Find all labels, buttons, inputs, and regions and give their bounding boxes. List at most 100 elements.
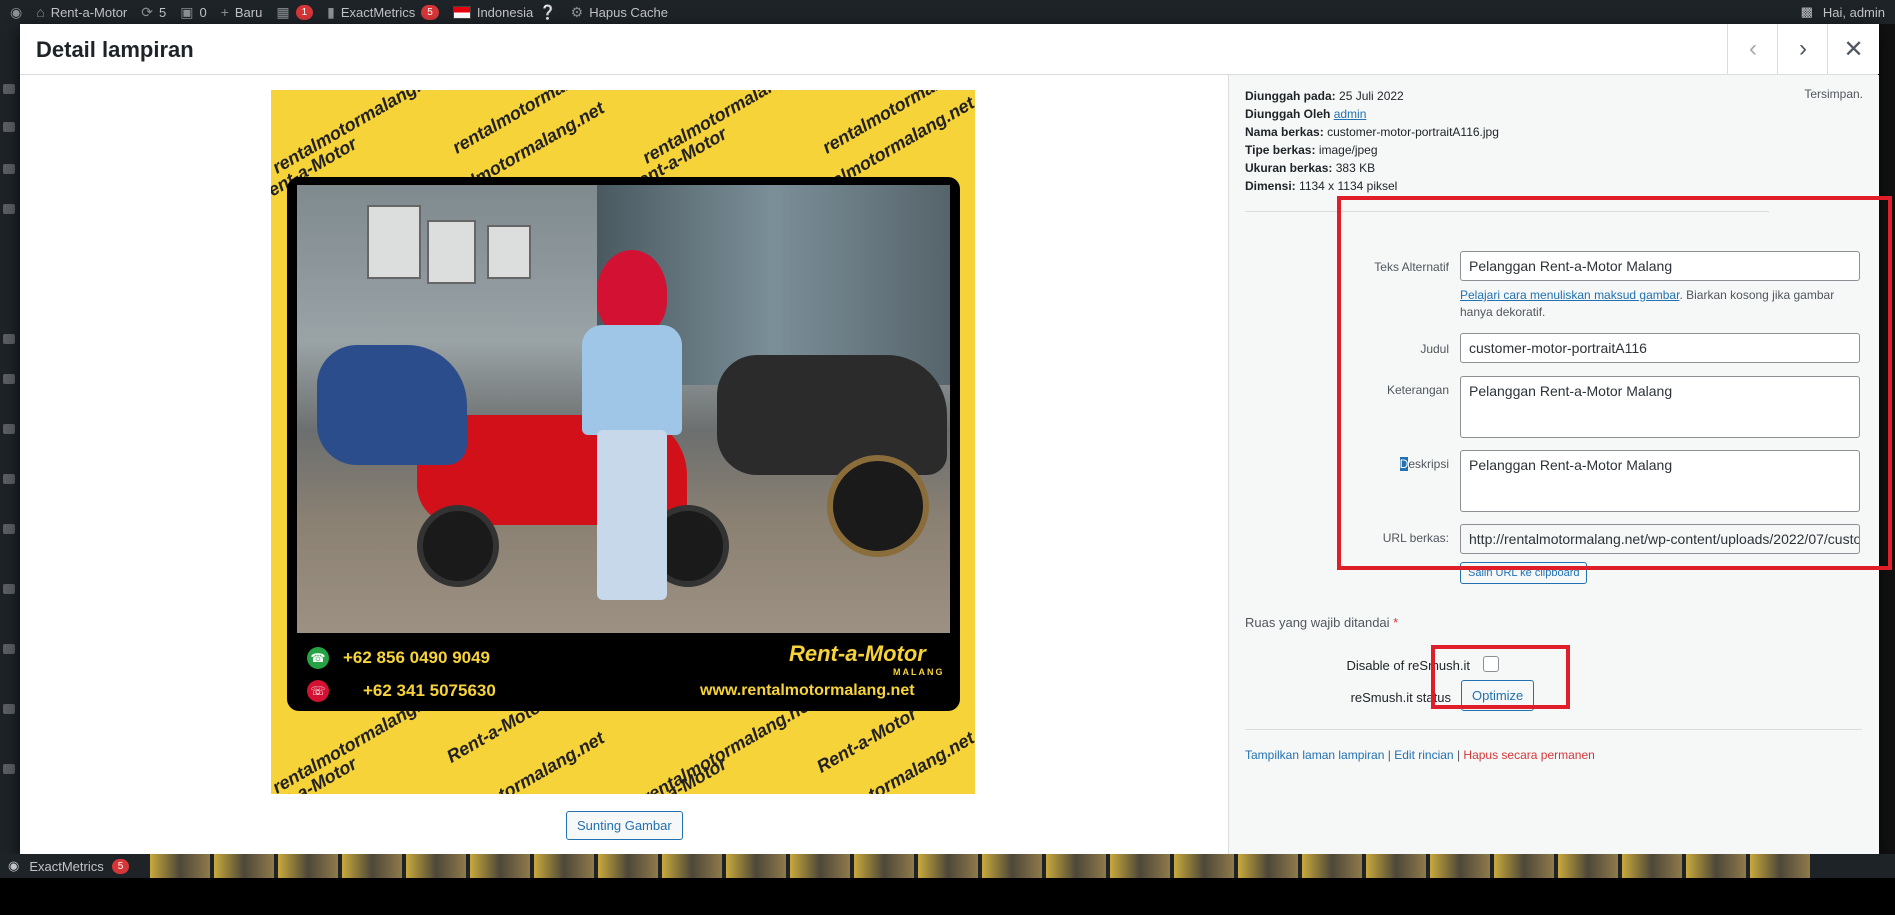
- media-thumbnail[interactable]: [406, 854, 466, 878]
- uploader-link[interactable]: admin: [1334, 107, 1367, 121]
- media-thumbnail[interactable]: [278, 854, 338, 878]
- new-content-item[interactable]: + Baru: [221, 4, 263, 20]
- telephone-icon: ☏: [307, 680, 329, 702]
- media-thumbnail[interactable]: [342, 854, 402, 878]
- next-button[interactable]: ›: [1777, 24, 1828, 74]
- menu-icon[interactable]: [3, 204, 15, 214]
- bottom-exactmetrics-badge: 5: [111, 858, 130, 874]
- customer-photo: [297, 185, 950, 633]
- exactmetrics-badge: 5: [421, 4, 439, 20]
- media-thumbnail[interactable]: [1494, 854, 1554, 878]
- media-thumbnail[interactable]: [662, 854, 722, 878]
- bottom-exactmetrics-label[interactable]: ExactMetrics: [29, 859, 103, 874]
- person-jeans: [597, 430, 667, 600]
- menu-icon[interactable]: [3, 584, 15, 594]
- attachment-image: rentalmotormalang.net rentalmotormalang.…: [271, 90, 975, 794]
- media-thumbnail[interactable]: [1046, 854, 1106, 878]
- description-label: Deskripsi: [1399, 457, 1449, 471]
- plus-icon: +: [220, 4, 229, 20]
- alt-help-link[interactable]: Pelajari cara menuliskan maksud gambar: [1460, 288, 1679, 302]
- alt-text-input[interactable]: Pelanggan Rent-a-Motor Malang: [1460, 251, 1860, 281]
- media-thumbnail[interactable]: [1110, 854, 1170, 878]
- yoast-item[interactable]: ▦ 1: [276, 4, 314, 21]
- media-thumbnail[interactable]: [214, 854, 274, 878]
- file-url-input[interactable]: http://rentalmotormalang.net/wp-content/…: [1460, 524, 1860, 554]
- media-thumbnail[interactable]: [982, 854, 1042, 878]
- media-thumbnail[interactable]: [1622, 854, 1682, 878]
- previous-button[interactable]: ‹: [1727, 24, 1778, 74]
- media-thumbnail[interactable]: [918, 854, 978, 878]
- close-button[interactable]: ✕: [1827, 24, 1879, 74]
- menu-icon[interactable]: [3, 84, 15, 94]
- screen-icon[interactable]: ▩: [1801, 4, 1813, 20]
- attachment-details-modal: Detail lampiran ‹ › ✕ rentalmotormalang.…: [20, 24, 1879, 854]
- language-item[interactable]: Indonesia ❔: [452, 4, 557, 21]
- media-thumbnail[interactable]: [598, 854, 658, 878]
- divider: [1245, 729, 1862, 730]
- comment-icon: ▣: [180, 3, 194, 20]
- greeting[interactable]: Hai, admin: [1823, 5, 1885, 20]
- menu-icon[interactable]: [3, 424, 15, 434]
- phone-telephone: +62 341 5075630: [363, 681, 496, 700]
- cache-item[interactable]: ⚙ Hapus Cache: [571, 4, 668, 21]
- menu-icon[interactable]: [3, 122, 15, 132]
- resmush-disable-checkbox[interactable]: [1483, 656, 1499, 672]
- edit-details-link[interactable]: Edit rincian: [1394, 748, 1453, 762]
- media-thumbnail[interactable]: [470, 854, 530, 878]
- black-motorbike: [717, 355, 947, 475]
- media-thumbnail[interactable]: [1174, 854, 1234, 878]
- media-thumbnail[interactable]: [1686, 854, 1746, 878]
- required-fields-note: Ruas yang wajib ditandai *: [1245, 615, 1399, 630]
- phone-whatsapp: +62 856 0490 9049: [343, 648, 491, 667]
- media-thumbnail[interactable]: [1558, 854, 1618, 878]
- menu-icon[interactable]: [3, 164, 15, 174]
- optimize-button[interactable]: Optimize: [1461, 680, 1535, 711]
- scooter-wheel: [417, 505, 499, 587]
- comments-item[interactable]: ▣ 0: [180, 4, 206, 21]
- title-input[interactable]: customer-motor-portraitA116: [1460, 333, 1860, 363]
- copy-url-button[interactable]: Salin URL ke clipboard: [1460, 562, 1588, 584]
- media-thumbnail[interactable]: [854, 854, 914, 878]
- site-name-item[interactable]: ⌂ Rent-a-Motor: [36, 4, 127, 20]
- page-bottom: [0, 878, 1895, 915]
- admin-bar: ◉ ⌂ Rent-a-Motor ⟳ 5 ▣ 0 + Baru ▦ 1 ▮ Ex…: [0, 0, 1895, 24]
- menu-icon[interactable]: [3, 474, 15, 484]
- description-textarea[interactable]: Pelanggan Rent-a-Motor Malang: [1460, 450, 1860, 512]
- view-attachment-link[interactable]: Tampilkan laman lampiran: [1245, 748, 1384, 762]
- media-thumbnail[interactable]: [790, 854, 850, 878]
- media-thumbnail[interactable]: [1430, 854, 1490, 878]
- meta-dimensions: Dimensi: 1134 x 1134 piksel: [1245, 179, 1398, 193]
- media-thumbnail[interactable]: [534, 854, 594, 878]
- menu-icon[interactable]: [3, 764, 15, 774]
- meta-uploaded-on: Diunggah pada: 25 Juli 2022: [1245, 89, 1404, 103]
- wp-logo-item[interactable]: ◉: [10, 4, 22, 21]
- media-thumbnail[interactable]: [150, 854, 210, 878]
- media-thumbnail[interactable]: [1750, 854, 1810, 878]
- meta-filesize: Ukuran berkas: 383 KB: [1245, 161, 1376, 175]
- menu-icon[interactable]: [3, 334, 15, 344]
- title-label: Judul: [1420, 342, 1449, 356]
- media-thumbnails: [150, 854, 1895, 878]
- updates-item[interactable]: ⟳ 5: [141, 4, 166, 21]
- menu-icon[interactable]: [3, 644, 15, 654]
- close-icon: ✕: [1843, 35, 1864, 63]
- menu-icon[interactable]: [3, 524, 15, 534]
- media-thumbnail[interactable]: [1302, 854, 1362, 878]
- brand-logo: Rent-a-Motor: [789, 641, 926, 666]
- edit-image-button[interactable]: Sunting Gambar: [566, 811, 683, 840]
- bar-chart-icon: ▮: [327, 3, 335, 20]
- file-url-label: URL berkas:: [1382, 531, 1449, 545]
- menu-icon[interactable]: [3, 704, 15, 714]
- exactmetrics-item[interactable]: ▮ ExactMetrics 5: [327, 4, 439, 21]
- delete-permanently-link[interactable]: Hapus secara permanen: [1463, 748, 1594, 762]
- person-jacket: [582, 325, 682, 435]
- electric-box: [367, 205, 421, 279]
- menu-icon[interactable]: [3, 374, 15, 384]
- media-thumbnail[interactable]: [1366, 854, 1426, 878]
- modal-title: Detail lampiran: [36, 37, 194, 62]
- media-thumbnail[interactable]: [726, 854, 786, 878]
- alt-text-label: Teks Alternatif: [1374, 260, 1449, 274]
- media-thumbnail[interactable]: [1238, 854, 1298, 878]
- caption-textarea[interactable]: Pelanggan Rent-a-Motor Malang: [1460, 376, 1860, 438]
- yoast-badge: 1: [295, 4, 314, 20]
